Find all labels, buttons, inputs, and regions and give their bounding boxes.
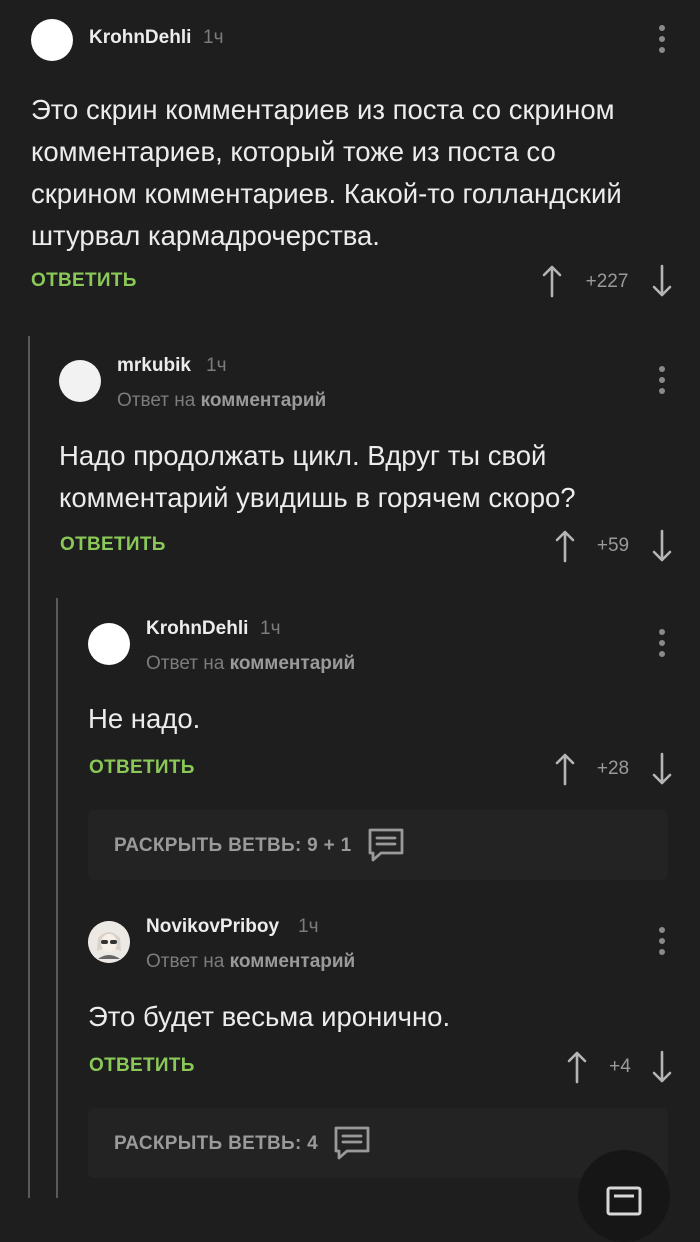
reply-to-line: Ответ на комментарий <box>117 390 326 412</box>
compose-icon <box>606 1186 642 1216</box>
reply-to-link[interactable]: комментарий <box>201 390 327 411</box>
reply-button[interactable]: ОТВЕТИТЬ <box>31 270 137 292</box>
avatar[interactable] <box>31 19 73 61</box>
reply-to-line: Ответ на комментарий <box>146 653 355 675</box>
reply-button[interactable]: ОТВЕТИТЬ <box>60 534 166 556</box>
comment-text-line: Надо продолжать цикл. Вдруг ты свой <box>59 440 547 471</box>
comment-text-line: Не надо. <box>88 703 201 734</box>
more-options-icon[interactable] <box>657 628 667 658</box>
expand-thread-button[interactable]: РАСКРЫТЬ ВЕТВЬ: 4 <box>88 1108 668 1178</box>
vote-score: +227 <box>585 271 629 292</box>
comment-text-line: комментариев, который тоже из поста со <box>31 136 556 167</box>
expand-thread-button[interactable]: РАСКРЫТЬ ВЕТВЬ: 9 + 1 <box>88 810 668 880</box>
comment-text: Надо продолжать цикл. Вдруг ты свой комм… <box>59 435 576 519</box>
more-options-icon[interactable] <box>657 365 667 395</box>
avatar-character-icon <box>88 921 130 963</box>
thread-line-level-1 <box>28 336 30 1198</box>
vote-score: +28 <box>596 758 630 779</box>
expand-thread-label: РАСКРЫТЬ ВЕТВЬ: 4 <box>114 1133 319 1154</box>
comment-text: Это будет весьма иронично. <box>88 996 450 1038</box>
upvote-arrow-icon[interactable] <box>566 1050 588 1084</box>
comment-author[interactable]: mrkubik <box>117 355 191 377</box>
floating-action-button[interactable] <box>578 1150 670 1242</box>
avatar[interactable] <box>88 623 130 665</box>
comment-text: Не надо. <box>88 698 200 740</box>
comment-icon <box>334 1126 370 1160</box>
downvote-arrow-icon[interactable] <box>651 529 673 563</box>
comment-time: 1ч <box>260 618 281 639</box>
downvote-arrow-icon[interactable] <box>651 264 673 298</box>
comment-author[interactable]: NovikovPriboy <box>146 916 279 938</box>
reply-to-prefix: Ответ на <box>146 951 225 972</box>
reply-to-link[interactable]: комментарий <box>230 653 356 674</box>
avatar[interactable] <box>59 360 101 402</box>
comment-text-line: комментарий увидишь в горячем скоро? <box>59 482 576 513</box>
reply-to-link[interactable]: комментарий <box>230 951 356 972</box>
comment-author[interactable]: KrohnDehli <box>89 27 191 49</box>
comment-text-line: штурвал кармадрочерства. <box>31 220 380 251</box>
comment-time: 1ч <box>298 916 319 937</box>
reply-button[interactable]: ОТВЕТИТЬ <box>89 1055 195 1077</box>
vote-score: +59 <box>596 535 630 556</box>
expand-thread-label: РАСКРЫТЬ ВЕТВЬ: 9 + 1 <box>114 835 352 856</box>
reply-button[interactable]: ОТВЕТИТЬ <box>89 757 195 779</box>
downvote-arrow-icon[interactable] <box>651 752 673 786</box>
comment-text-line: Это будет весьма иронично. <box>88 1001 451 1032</box>
comment-time: 1ч <box>206 355 227 376</box>
reply-to-prefix: Ответ на <box>146 653 225 674</box>
reply-to-prefix: Ответ на <box>117 390 196 411</box>
comment-text-line: Это скрин комментариев из поста со скрин… <box>31 94 615 125</box>
reply-to-line: Ответ на комментарий <box>146 951 355 973</box>
upvote-arrow-icon[interactable] <box>554 529 576 563</box>
comment-author[interactable]: KrohnDehli <box>146 618 248 640</box>
thread-line-level-2 <box>56 598 58 1198</box>
comment-icon <box>368 828 404 862</box>
comment-text-line: скрином комментариев. Какой-то голландск… <box>31 178 622 209</box>
upvote-arrow-icon[interactable] <box>554 752 576 786</box>
more-options-icon[interactable] <box>657 24 667 54</box>
comment-text: Это скрин комментариев из поста со скрин… <box>31 89 622 257</box>
downvote-arrow-icon[interactable] <box>651 1050 673 1084</box>
vote-score: +4 <box>609 1056 631 1077</box>
upvote-arrow-icon[interactable] <box>541 264 563 298</box>
avatar[interactable] <box>88 921 130 963</box>
comment-time: 1ч <box>203 27 224 48</box>
more-options-icon[interactable] <box>657 926 667 956</box>
